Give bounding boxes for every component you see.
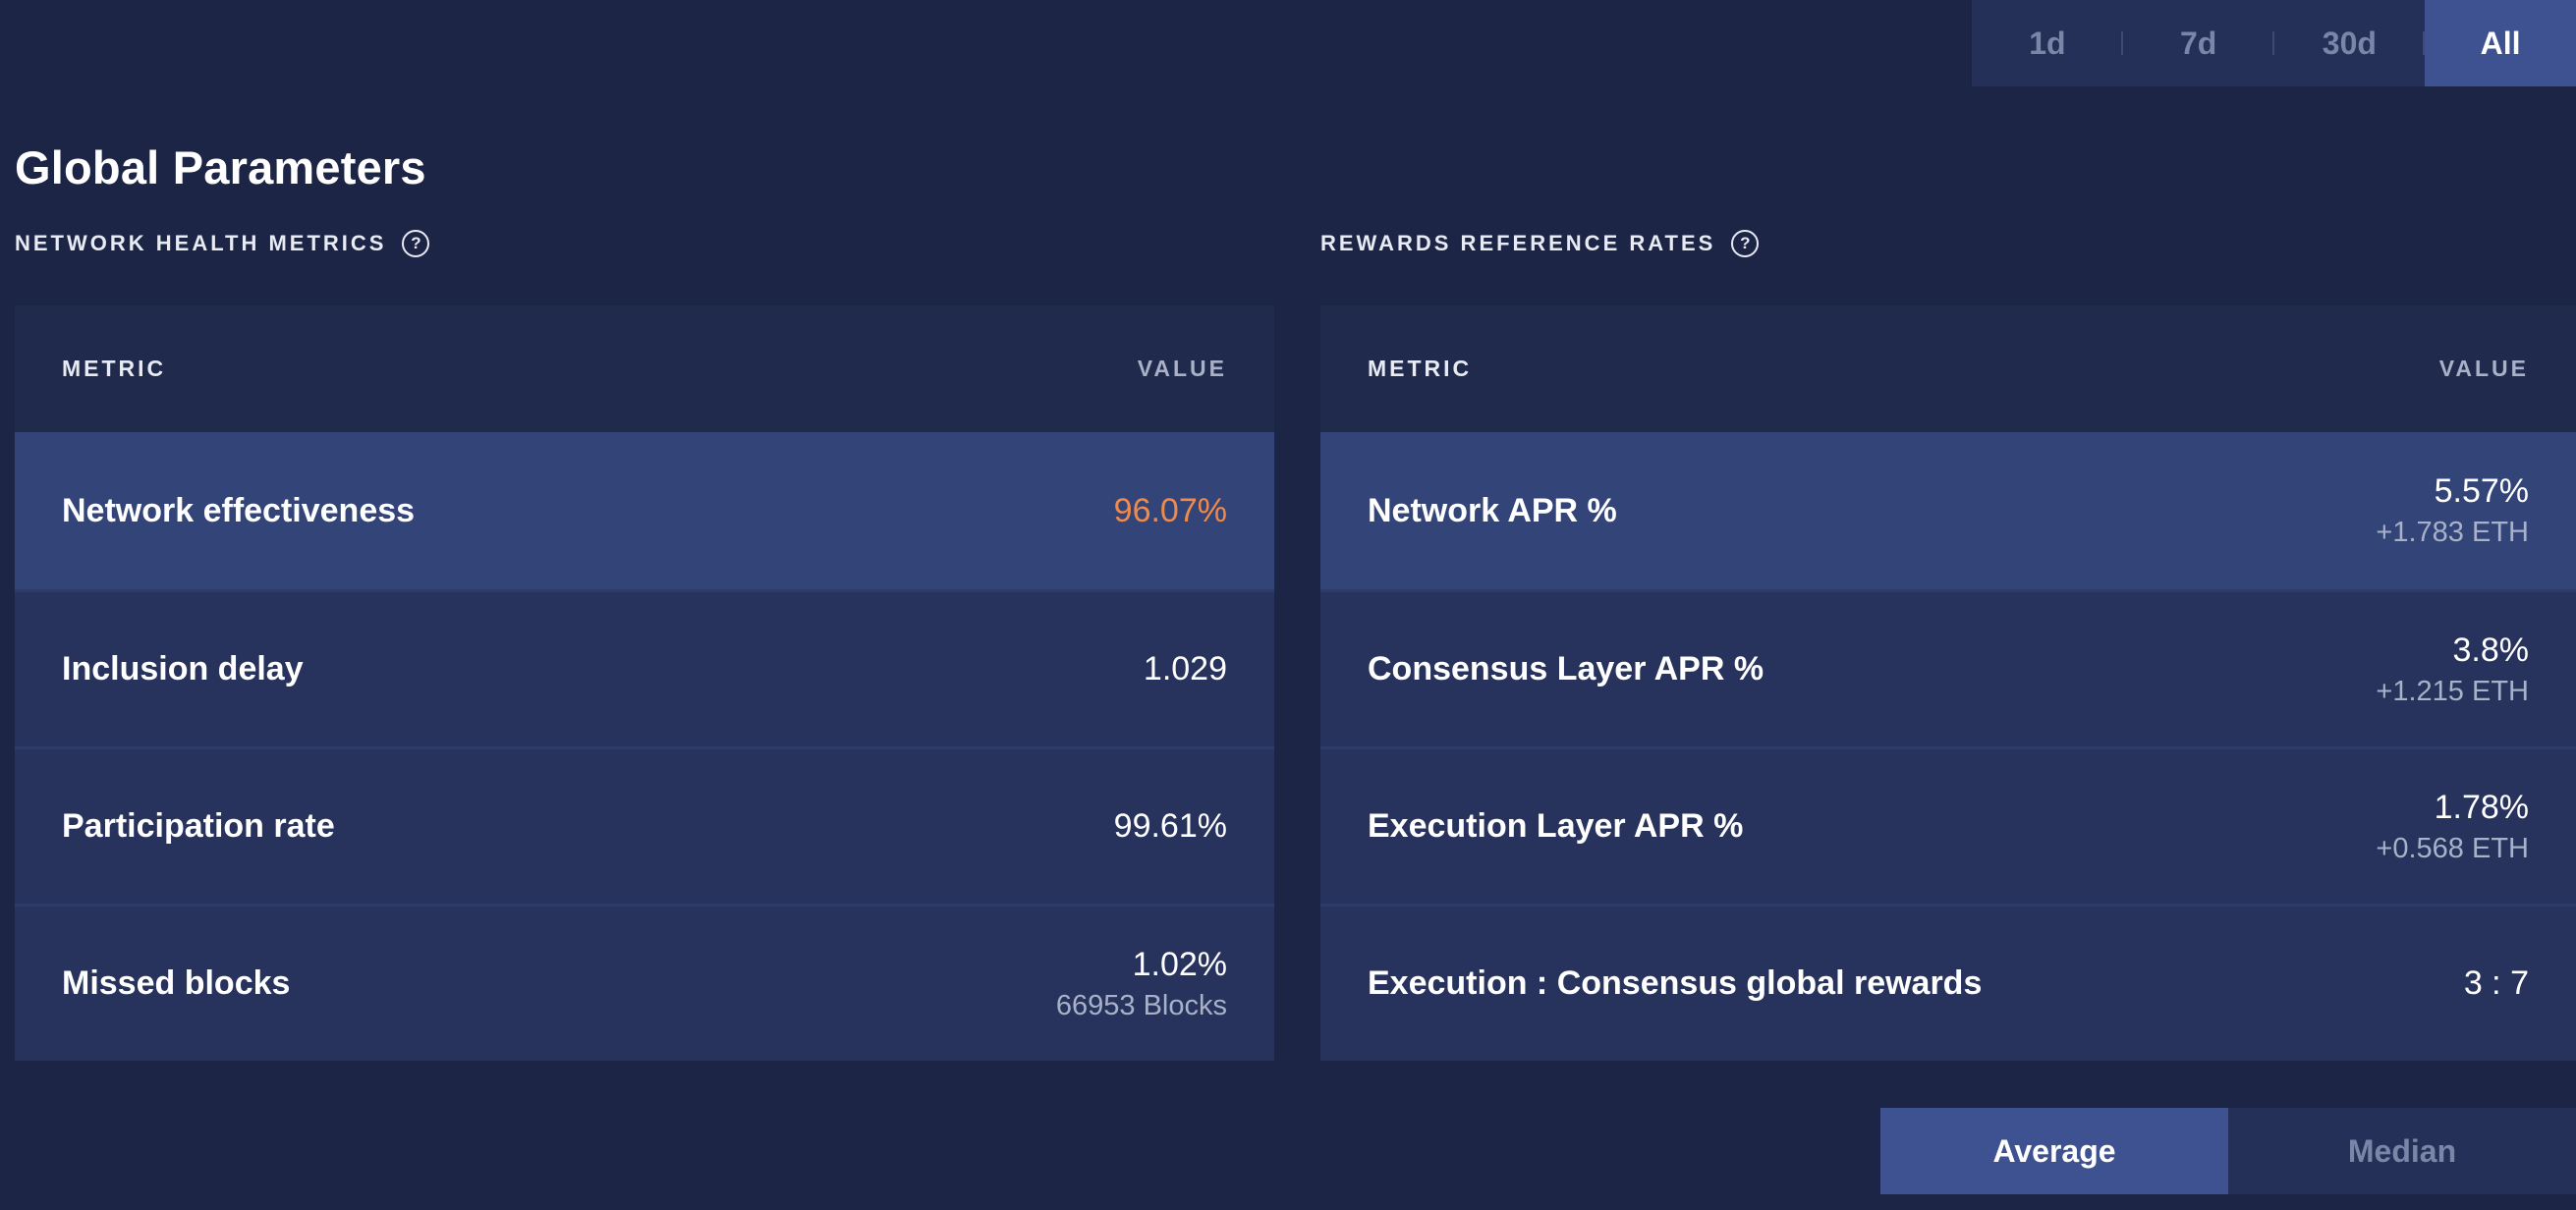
range-option-1d[interactable]: 1d (1972, 0, 2123, 86)
range-option-7d[interactable]: 7d (2123, 0, 2274, 86)
table-row: Network effectiveness 96.07% (15, 432, 1274, 589)
table-row: Network APR % 5.57% +1.783 ETH (1320, 432, 2576, 589)
metric-label: Missed blocks (62, 964, 291, 1002)
metric-value: 1.029 (1143, 650, 1227, 688)
rewards-label: REWARDS REFERENCE RATES (1320, 231, 1716, 255)
aggregation-toggle: Average Median (1880, 1108, 2576, 1194)
time-range-toggle: 1d 7d 30d All (1972, 0, 2576, 86)
rewards-section-label: REWARDS REFERENCE RATES ? (1320, 230, 1760, 257)
metric-value-cell: 3 : 7 (2464, 964, 2529, 1003)
metric-label: Consensus Layer APR % (1368, 650, 1764, 688)
page-title: Global Parameters (15, 141, 426, 193)
metric-value-cell: 1.78% +0.568 ETH (2376, 789, 2529, 865)
metric-subvalue: +0.568 ETH (2376, 832, 2529, 864)
column-header-value: VALUE (1137, 356, 1227, 381)
metric-value-cell: 5.57% +1.783 ETH (2376, 472, 2529, 549)
median-option[interactable]: Median (2228, 1108, 2576, 1194)
table-row: Execution Layer APR % 1.78% +0.568 ETH (1320, 746, 2576, 904)
metric-value: 3 : 7 (2463, 964, 2529, 1002)
metric-value-cell: 96.07% (1114, 492, 1227, 530)
table-row: Missed blocks 1.02% 66953 Blocks (15, 904, 1274, 1061)
question-circle-icon[interactable]: ? (402, 230, 430, 257)
metric-label: Network effectiveness (62, 491, 416, 529)
metric-subvalue: +1.783 ETH (2376, 517, 2529, 548)
metric-label: Execution : Consensus global rewards (1368, 964, 1983, 1002)
table-row: Execution : Consensus global rewards 3 :… (1320, 904, 2576, 1061)
column-header-value: VALUE (2438, 356, 2529, 381)
column-header-metric: METRIC (62, 356, 167, 381)
metric-value-cell: 1.029 (1144, 650, 1227, 688)
metric-label: Participation rate (62, 807, 335, 845)
metric-value: 96.07% (1113, 491, 1227, 529)
rewards-table: METRIC VALUE Network APR % 5.57% +1.783 … (1320, 305, 2576, 1061)
table-header: METRIC VALUE (15, 305, 1274, 432)
metric-label: Inclusion delay (62, 650, 304, 688)
column-header-metric: METRIC (1368, 356, 1473, 381)
metric-subvalue: 66953 Blocks (1055, 989, 1227, 1021)
table-header: METRIC VALUE (1320, 305, 2576, 432)
table-row: Inclusion delay 1.029 (15, 589, 1274, 746)
table-row: Participation rate 99.61% (15, 746, 1274, 904)
network-health-section-label: NETWORK HEALTH METRICS ? (15, 230, 430, 257)
table-row: Consensus Layer APR % 3.8% +1.215 ETH (1320, 589, 2576, 746)
metric-label: Execution Layer APR % (1368, 807, 1744, 845)
metric-value: 5.57% (2434, 472, 2529, 510)
metric-value: 99.61% (1113, 807, 1227, 845)
metric-subvalue: +1.215 ETH (2376, 675, 2529, 707)
metric-value: 1.78% (2434, 788, 2529, 826)
metric-value: 3.8% (2452, 631, 2530, 669)
metric-value-cell: 1.02% 66953 Blocks (1056, 946, 1227, 1022)
metric-value: 1.02% (1132, 945, 1227, 983)
range-option-all[interactable]: All (2425, 0, 2576, 86)
metric-value-cell: 3.8% +1.215 ETH (2376, 632, 2529, 708)
network-health-label: NETWORK HEALTH METRICS (15, 231, 387, 255)
range-option-30d[interactable]: 30d (2274, 0, 2426, 86)
metric-value-cell: 99.61% (1114, 807, 1227, 846)
network-health-table: METRIC VALUE Network effectiveness 96.07… (15, 305, 1274, 1061)
global-parameters-page: 1d 7d 30d All Global Parameters NETWORK … (0, 0, 2576, 1210)
average-option[interactable]: Average (1880, 1108, 2228, 1194)
question-circle-icon[interactable]: ? (1731, 230, 1760, 257)
metric-label: Network APR % (1368, 491, 1617, 529)
